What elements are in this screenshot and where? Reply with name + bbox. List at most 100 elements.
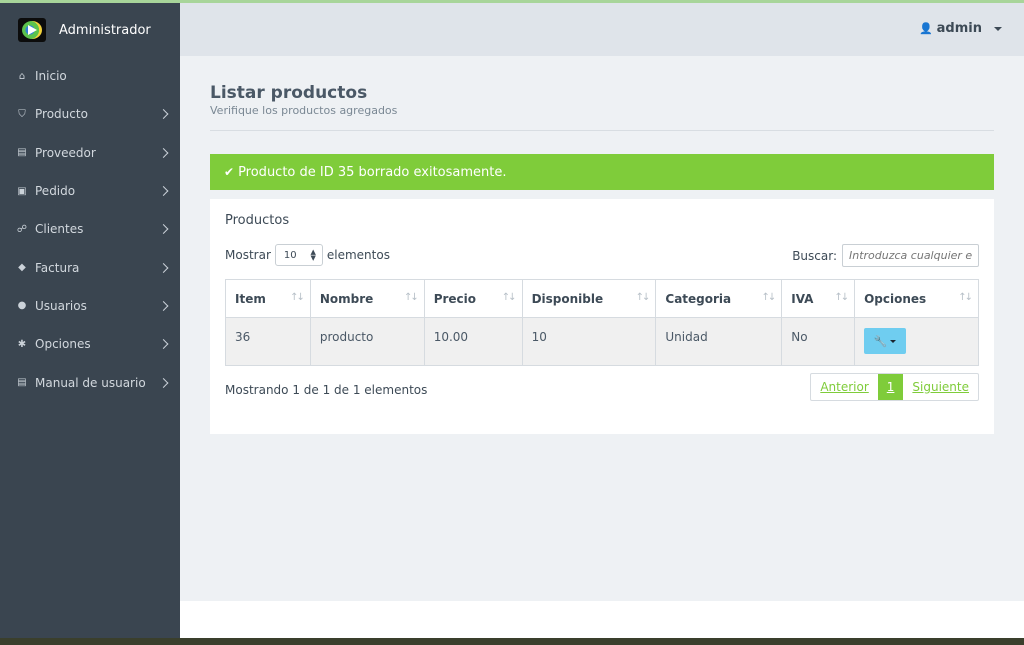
- table-header-row: Item ↑↓ Nombre ↑↓ Precio ↑↓ Disponible ↑↓ Catego…: [225, 279, 979, 318]
- prev-page-link[interactable]: Anterior: [811, 374, 877, 400]
- chevron-right-icon: [158, 339, 169, 350]
- logo-icon: [18, 18, 46, 42]
- column-header-label: Opciones: [864, 291, 927, 306]
- sidebar-item-label: Inicio: [35, 69, 67, 84]
- cell-opciones: 🔧: [854, 317, 979, 366]
- caret-down-icon: [994, 26, 1002, 31]
- column-header-categoria[interactable]: Categoria ↑↓: [655, 279, 783, 318]
- footer: [180, 601, 1024, 638]
- page-length-select[interactable]: 10 ▲ ▼: [274, 244, 323, 266]
- table-info: Mostrando 1 de 1 de 1 elementos: [225, 383, 428, 397]
- table-body: 36 producto 10.00 10 Unidad No 🔧: [225, 317, 979, 366]
- user-menu[interactable]: 👤 admin: [919, 21, 1002, 36]
- sort-icon: ↑↓: [834, 292, 849, 303]
- cell-iva: No: [781, 317, 856, 366]
- chevron-right-icon: [158, 109, 169, 120]
- sort-icon: ↑↓: [290, 292, 305, 303]
- sidebar-item-manual-de-usuario[interactable]: ▤ Manual de usuario: [0, 363, 180, 401]
- cell-item: 36: [225, 317, 311, 366]
- updown-icon: ▲ ▼: [310, 248, 316, 262]
- column-header-disponible[interactable]: Disponible ↑↓: [521, 279, 657, 318]
- table-row: 36 producto 10.00 10 Unidad No 🔧: [225, 317, 979, 366]
- page-subtitle: Verifique los productos agregados: [210, 104, 398, 117]
- user-icon: 👤: [918, 22, 933, 35]
- sidebar-item-label: Factura: [35, 260, 80, 275]
- chevron-right-icon: [158, 377, 169, 388]
- sort-icon: ↑↓: [403, 292, 419, 303]
- sort-icon: ↑↓: [635, 292, 651, 303]
- column-header-iva[interactable]: IVA ↑↓: [781, 279, 856, 318]
- alert-text: Producto de ID 35 borrado exitosamente.: [238, 164, 507, 180]
- current-page-button[interactable]: 1: [877, 374, 904, 400]
- search-input[interactable]: [842, 244, 979, 267]
- divider: [210, 130, 994, 131]
- page-length-control: Mostrar 10 ▲ ▼ elementos: [225, 244, 390, 266]
- sort-icon: ↑↓: [761, 292, 776, 303]
- sidebar-item-clientes[interactable]: ☍ Clientes: [0, 210, 180, 248]
- chevron-right-icon: [158, 147, 169, 158]
- sidebar-item-proveedor[interactable]: ▤ Proveedor: [0, 134, 180, 172]
- success-alert: ✔ Producto de ID 35 borrado exitosamente…: [210, 154, 994, 190]
- bottom-bar: [0, 638, 1024, 645]
- handshake-icon: ☍: [16, 223, 28, 235]
- sort-icon: ↑↓: [501, 292, 517, 303]
- gear-icon: ✱: [17, 338, 27, 350]
- column-header-label: Disponible: [531, 291, 604, 306]
- sidebar-item-inicio[interactable]: ⌂ Inicio: [0, 57, 180, 95]
- top-header: 👤 admin: [180, 3, 1024, 56]
- book-icon: ▤: [17, 377, 27, 389]
- brand[interactable]: Administrador: [0, 3, 180, 57]
- panel-title: Productos: [225, 213, 290, 228]
- sidebar-item-usuarios[interactable]: ● Usuarios: [0, 287, 180, 325]
- sidebar-item-pedido[interactable]: ▣ Pedido: [0, 172, 180, 210]
- check-icon: ✔: [224, 165, 235, 179]
- cell-nombre: producto: [309, 317, 425, 366]
- sidebar-item-producto[interactable]: ⛉ Producto: [0, 95, 180, 133]
- column-header-label: IVA: [791, 291, 814, 306]
- sidebar-item-label: Proveedor: [35, 145, 96, 160]
- book-icon: ▤: [17, 147, 27, 159]
- chevron-right-icon: [158, 300, 169, 311]
- page-length-value: 10: [283, 249, 297, 261]
- caret-down-icon: [890, 339, 897, 343]
- options-dropdown-button[interactable]: 🔧: [864, 328, 907, 354]
- chevron-right-icon: [158, 186, 169, 196]
- cell-categoria: Unidad: [655, 317, 783, 366]
- next-page-link[interactable]: Siguiente: [903, 374, 978, 400]
- column-header-nombre[interactable]: Nombre ↑↓: [309, 279, 425, 318]
- sidebar-nav: ⌂ Inicio ⛉ Producto ▤ Proveedor ▣ Pedido ☍ Client…: [0, 57, 180, 402]
- sidebar-item-label: Clientes: [35, 222, 84, 237]
- products-table: Item ↑↓ Nombre ↑↓ Precio ↑↓ Disponible ↑↓ Catego…: [225, 279, 979, 366]
- sidebar-item-label: Pedido: [35, 184, 76, 199]
- show-label: Mostrar: [225, 248, 271, 262]
- user-name: admin: [936, 21, 982, 36]
- sidebar-item-factura[interactable]: ◆ Factura: [0, 248, 180, 286]
- wrench-icon: 🔧: [873, 334, 888, 348]
- sidebar: Administrador ⌂ Inicio ⛉ Producto ▤ Proveedor…: [0, 3, 180, 638]
- chevron-right-icon: [158, 224, 169, 235]
- main-content: Listar productos Verifique los productos…: [180, 56, 1024, 601]
- sidebar-item-opciones[interactable]: ✱ Opciones: [0, 325, 180, 363]
- column-header-precio[interactable]: Precio ↑↓: [423, 279, 523, 318]
- column-header-label: Precio: [433, 291, 477, 306]
- search-label: Buscar:: [792, 248, 837, 263]
- sidebar-item-label: Usuarios: [35, 298, 87, 313]
- elements-label: elementos: [326, 248, 390, 262]
- column-header-opciones[interactable]: Opciones ↑↓: [854, 279, 979, 318]
- page-title: Listar productos: [210, 83, 368, 103]
- cell-precio: 10.00: [423, 317, 523, 366]
- sidebar-item-label: Producto: [35, 107, 88, 122]
- users-icon: ●: [17, 300, 27, 312]
- column-header-label: Nombre: [319, 291, 374, 306]
- sidebar-item-label: Opciones: [35, 337, 91, 352]
- cell-disponible: 10: [521, 317, 657, 366]
- home-icon: ⌂: [18, 70, 26, 82]
- gift-icon: ▣: [17, 185, 27, 197]
- column-header-label: Categoria: [665, 291, 732, 306]
- column-header-label: Item: [235, 291, 266, 306]
- sort-icon: ↑↓: [958, 292, 973, 303]
- brand-name: Administrador: [59, 22, 151, 38]
- column-header-item[interactable]: Item ↑↓: [225, 279, 311, 318]
- basket-icon: ⛉: [18, 108, 26, 120]
- sidebar-item-label: Manual de usuario: [35, 375, 146, 390]
